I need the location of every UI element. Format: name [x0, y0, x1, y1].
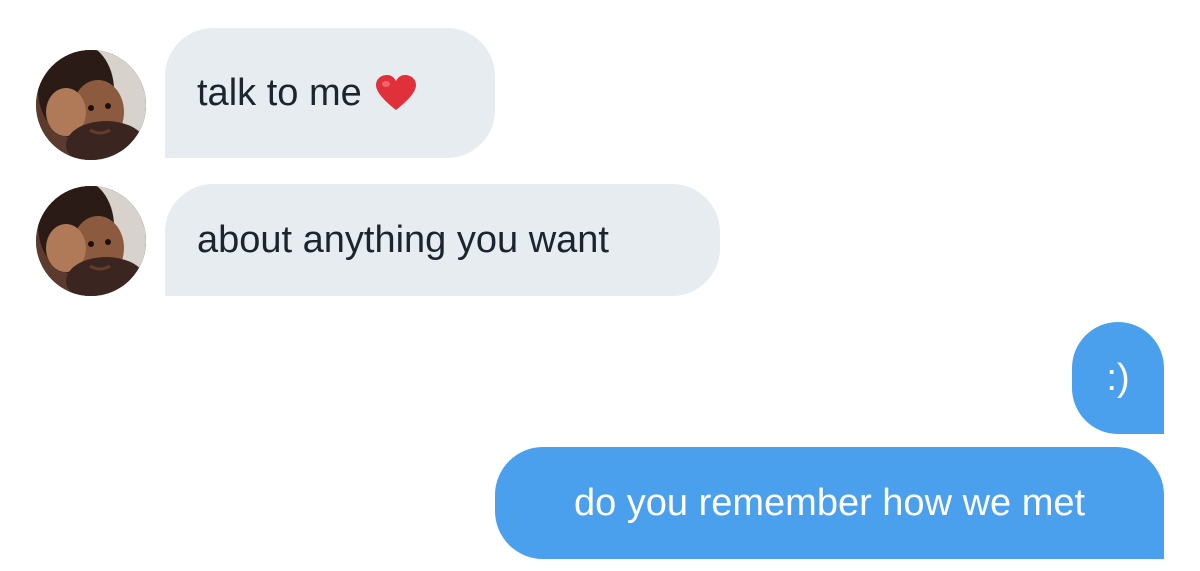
message-text: :)	[1106, 357, 1130, 399]
avatar[interactable]	[36, 50, 146, 160]
message-text: do you remember how we met	[573, 482, 1086, 524]
message-bubble-outgoing[interactable]: do you remember how we met	[495, 447, 1164, 559]
profile-photo-icon	[36, 186, 146, 296]
red-heart-icon	[375, 75, 416, 111]
avatar[interactable]	[36, 186, 146, 296]
message-bubble-incoming[interactable]: about anything you want	[165, 184, 720, 296]
message-bubble-outgoing[interactable]: :)	[1072, 322, 1164, 434]
message-text: talk to me	[197, 72, 362, 114]
profile-photo-icon	[36, 50, 146, 160]
dm-conversation: talk to me about anything you want :) do…	[0, 0, 1200, 571]
message-text: about anything you want	[197, 219, 609, 261]
message-bubble-incoming[interactable]: talk to me	[165, 28, 495, 158]
